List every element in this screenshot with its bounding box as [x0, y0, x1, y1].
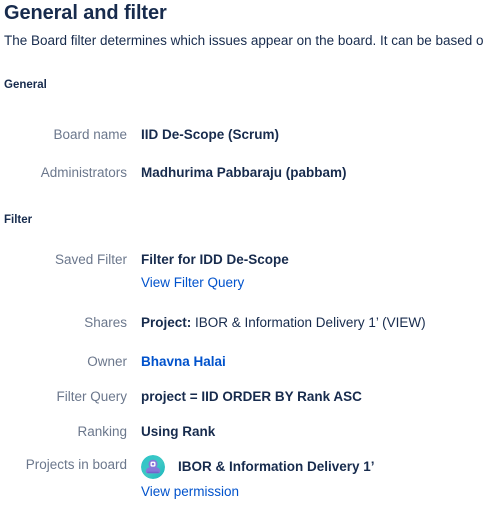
- value-ranking-container: Using Rank: [141, 422, 500, 442]
- label-board-name: Board name: [53, 127, 127, 142]
- label-shares: Shares: [84, 315, 127, 330]
- project-name: IBOR & Information Delivery 1’: [178, 459, 375, 474]
- row-ranking: Ranking Using Rank: [0, 422, 500, 442]
- view-permission-link[interactable]: View permission: [141, 484, 239, 499]
- section-heading-filter: Filter: [4, 214, 33, 226]
- value-saved-filter-line: Filter for IDD De-Scope: [141, 250, 500, 270]
- view-filter-query-link[interactable]: View Filter Query: [141, 275, 244, 290]
- value-ranking: Using Rank: [141, 424, 216, 439]
- row-administrators: Administrators Madhurima Pabbaraju (pabb…: [0, 163, 500, 183]
- row-board-name: Board name IID De-Scope (Scrum): [0, 125, 500, 145]
- row-filter-query: Filter Query project = IID ORDER BY Rank…: [0, 387, 500, 407]
- label-projects-in-board: Projects in board: [25, 457, 127, 472]
- owner-link[interactable]: Bhavna Halai: [141, 354, 226, 369]
- page-title: General and filter: [4, 2, 167, 24]
- row-saved-filter: Saved Filter Filter for IDD De-Scope Vie…: [0, 250, 500, 293]
- label-administrators: Administrators: [40, 165, 127, 180]
- value-administrators-container: Madhurima Pabbaraju (pabbam): [141, 163, 500, 183]
- label-owner: Owner: [87, 354, 127, 369]
- value-shares-container: Project: IBOR & Information Delivery 1’ …: [141, 313, 500, 333]
- value-shares-type: Project:: [141, 315, 192, 330]
- label-filter-query: Filter Query: [56, 389, 127, 404]
- project-avatar-icon: [141, 455, 165, 479]
- section-heading-general: General: [4, 79, 47, 91]
- value-projects-in-board-container: IBOR & Information Delivery 1’ View perm…: [141, 455, 500, 502]
- value-board-name: IID De-Scope (Scrum): [141, 127, 280, 142]
- value-filter-query: project = IID ORDER BY Rank ASC: [141, 389, 362, 404]
- row-owner: Owner Bhavna Halai: [0, 352, 500, 372]
- project-entry[interactable]: IBOR & Information Delivery 1’: [141, 455, 375, 479]
- general-and-filter-page: General and filter The Board filter dete…: [0, 0, 500, 521]
- page-description: The Board filter determines which issues…: [4, 33, 484, 48]
- value-administrators: Madhurima Pabbaraju (pabbam): [141, 165, 347, 180]
- view-filter-query-line: View Filter Query: [141, 273, 500, 293]
- row-projects-in-board: Projects in board IBOR & Information Del…: [0, 455, 500, 502]
- value-board-name-container: IID De-Scope (Scrum): [141, 125, 500, 145]
- value-saved-filter: Filter for IDD De-Scope: [141, 252, 289, 267]
- label-ranking: Ranking: [77, 424, 127, 439]
- row-shares: Shares Project: IBOR & Information Deliv…: [0, 313, 500, 333]
- value-owner-container: Bhavna Halai: [141, 352, 500, 372]
- label-saved-filter: Saved Filter: [54, 252, 127, 267]
- view-permission-line: View permission: [141, 482, 239, 502]
- value-filter-query-container: project = IID ORDER BY Rank ASC: [141, 387, 500, 407]
- value-saved-filter-container: Filter for IDD De-Scope View Filter Quer…: [141, 250, 500, 293]
- value-shares-detail: IBOR & Information Delivery 1’ (VIEW): [191, 315, 426, 330]
